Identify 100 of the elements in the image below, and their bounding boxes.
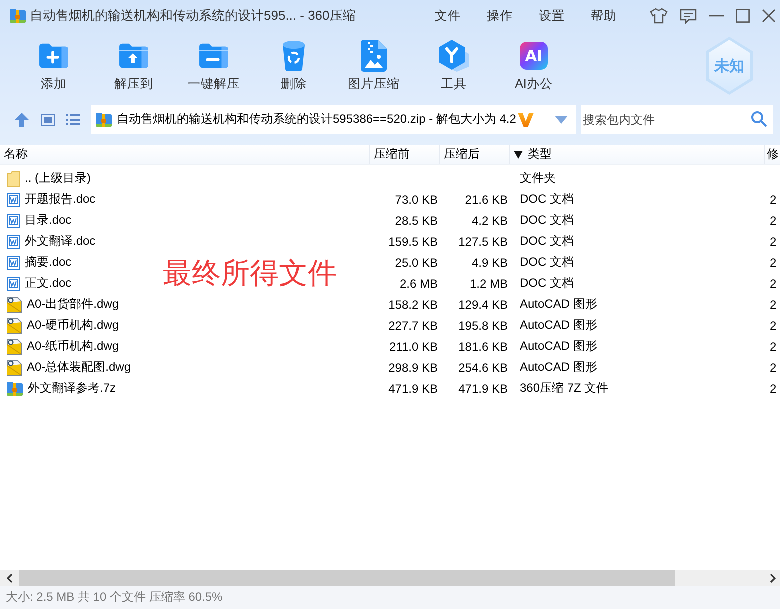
packed-size: 21.6 KB [465,192,508,206]
file-name[interactable]: 目录.doc [25,212,72,229]
message-icon[interactable] [680,8,697,24]
truncated-text: 2 [770,214,777,228]
packed-size: 1.2 MB [470,276,508,290]
column-header[interactable]: 类型 [510,145,765,164]
packed-size: 471.9 KB [458,382,508,396]
file-type: AutoCAD 图形 [520,317,598,334]
folder-minus-icon [198,42,230,69]
tools-button[interactable]: 工具 [414,32,494,92]
file-name[interactable]: 正文.doc [25,275,72,292]
truncated-text: 2 [770,340,777,354]
original-size: 158.2 KB [388,298,438,312]
v-mark-icon [518,112,534,128]
document-icon [7,276,20,290]
file-type: DOC 文档 [520,275,574,292]
file-name[interactable]: A0-纸币机构.dwg [27,338,120,355]
original-size: 211.0 KB [390,340,438,354]
truncated-text: 2 [770,276,777,290]
list-icon[interactable] [66,114,80,126]
packed-size: 181.6 KB [458,340,508,354]
original-size: 28.5 KB [395,214,438,228]
drawing-file-icon [7,360,22,376]
search-field[interactable]: 搜索包内文件 [581,105,773,134]
delete-button[interactable]: 删除 [254,32,334,92]
menu-item[interactable]: 文件 [435,8,461,24]
one-click-extract-button[interactable]: 一键解压 [174,32,254,92]
menu-item[interactable]: 帮助 [591,8,617,24]
archive-icon [96,112,112,126]
shirt-icon[interactable] [650,8,668,24]
file-name[interactable]: 摘要.doc [25,254,72,271]
document-icon [7,256,20,270]
folder-up-arrow-icon [118,42,150,69]
folder-plus-icon [38,42,70,69]
dropdown-caret-icon[interactable] [555,116,568,124]
original-size: 471.9 KB [388,382,438,396]
window-title: 自动售烟机的输送机构和传动系统的设计595... - 360压缩 [30,7,356,25]
archive-app-icon [10,9,26,23]
packed-size: 195.8 KB [458,318,508,332]
file-name[interactable]: 开题报告.doc [25,191,96,208]
file-name[interactable]: A0-出货部件.dwg [27,296,120,313]
file-name[interactable]: A0-硬币机构.dwg [27,317,120,334]
file-type: 文件夹 [520,170,556,187]
truncated-text: 2 [770,382,777,396]
packed-size: 4.9 KB [472,256,508,270]
file-name[interactable]: 外文翻译.doc [25,233,96,250]
original-size: 159.5 KB [388,234,438,248]
sort-arrow-icon [514,150,523,158]
document-icon [7,234,20,248]
column-header[interactable]: 名称 [0,145,370,164]
file-name[interactable]: A0-总体装配图.dwg [27,359,132,376]
ai-office-button[interactable]: AI AI办公 [494,32,574,92]
truncated-text: 2 [770,318,777,332]
menu-item[interactable]: 设置 [539,8,565,24]
file-type: AutoCAD 图形 [520,338,598,355]
column-header[interactable]: 压缩前 [370,145,440,164]
trash-can-icon [280,40,308,72]
address-field[interactable]: 自动售烟机的输送机构和传动系统的设计595386==520.zip - 解包大小为 4.2 [91,105,576,134]
maximize-icon[interactable] [736,9,750,23]
drawing-file-icon [7,338,22,354]
horizontal-scrollbar[interactable] [0,570,780,586]
packed-size: 254.6 KB [458,360,508,374]
view-icon[interactable] [41,114,55,126]
original-size: 73.0 KB [395,192,438,206]
original-size: 25.0 KB [395,256,438,270]
file-type: AutoCAD 图形 [520,296,598,313]
image-compress-button[interactable]: 图片压缩 [334,32,414,92]
truncated-text: 2 [770,298,777,312]
original-size: 298.9 KB [388,360,438,374]
file-name[interactable]: 外文翻译参考.7z [28,380,116,397]
packed-size: 127.5 KB [458,234,508,248]
document-icon [7,192,20,206]
packed-size: 129.4 KB [458,298,508,312]
close-icon[interactable] [762,9,776,23]
minimize-icon[interactable] [709,15,724,17]
truncated-text: 2 [770,234,777,248]
up-arrow-icon[interactable] [14,112,30,128]
scroll-left-icon[interactable] [7,574,13,582]
truncated-text: 2 [770,360,777,374]
file-type: DOC 文档 [520,191,574,208]
drawing-file-icon [7,318,22,334]
search-icon[interactable] [751,111,767,127]
column-header[interactable]: 修 [765,145,780,164]
column-header[interactable]: 压缩后 [440,145,510,164]
file-name[interactable]: .. (上级目录) [25,170,91,187]
scroll-right-icon[interactable] [770,574,776,582]
file-type: AutoCAD 图形 [520,359,598,376]
hexagon-fork-icon [438,40,470,72]
menu-item[interactable]: 操作 [487,8,513,24]
truncated-text: 2 [770,192,777,206]
extract-to-button[interactable]: 解压到 [94,32,174,92]
original-size: 2.6 MB [400,276,438,290]
scrollbar-thumb[interactable] [19,570,675,586]
packed-size: 4.2 KB [472,214,508,228]
original-size: 227.7 KB [388,318,438,332]
file-type: DOC 文档 [520,212,574,229]
truncated-text: 2 [770,256,777,270]
add-button[interactable]: 添加 [14,32,94,92]
archive-icon [7,382,23,396]
file-type: DOC 文档 [520,233,574,250]
